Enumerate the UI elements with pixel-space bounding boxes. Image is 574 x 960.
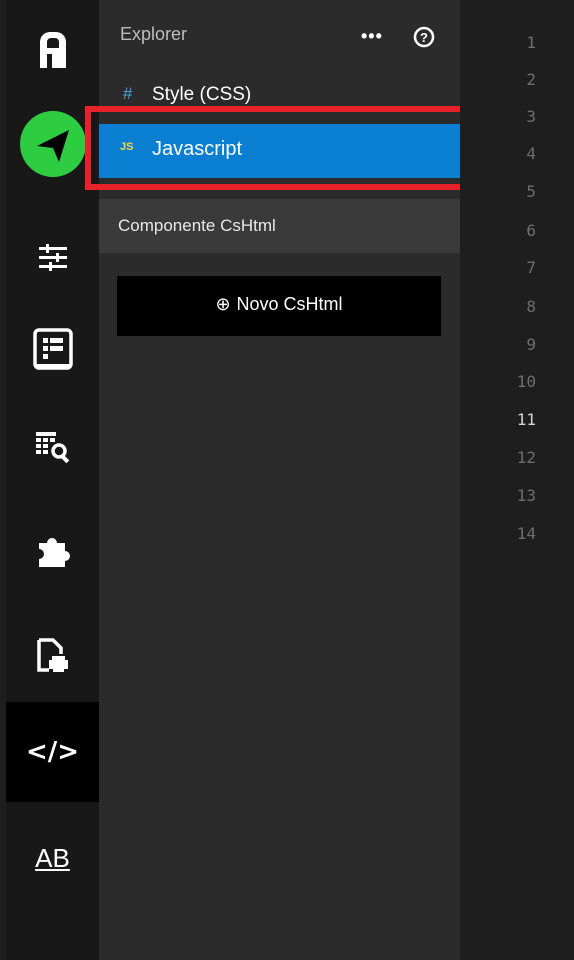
- explorer-title: Explorer: [120, 24, 188, 44]
- line-number: 6: [526, 221, 536, 240]
- line-number: 14: [516, 524, 536, 543]
- code-icon-glyph: </>: [25, 737, 80, 767]
- text-style-icon[interactable]: AB: [6, 830, 99, 886]
- hash-icon: #: [123, 84, 133, 103]
- puzzle-icon[interactable]: [6, 522, 99, 580]
- print-file-icon[interactable]: [6, 626, 99, 684]
- line-number: 3: [526, 107, 536, 126]
- sliders-icon[interactable]: [6, 232, 99, 284]
- line-number: 10: [516, 372, 536, 391]
- file-label: Style (CSS): [152, 84, 252, 105]
- text-style-icon-glyph: AB: [35, 842, 70, 873]
- help-icon[interactable]: ?: [413, 26, 435, 53]
- more-options-icon[interactable]: •••: [361, 26, 383, 47]
- line-number: 9: [526, 335, 536, 354]
- line-number: 13: [516, 486, 536, 505]
- help-icon-glyph: ?: [420, 30, 428, 45]
- line-number: 8: [526, 297, 536, 316]
- line-number: 7: [526, 258, 536, 277]
- section-header-componente[interactable]: Componente CsHtml: [99, 199, 460, 253]
- line-number: 12: [516, 448, 536, 467]
- line-number: 2: [526, 70, 536, 89]
- line-number: 1: [526, 33, 536, 52]
- editor-gutter: 1 2 3 4 5 6 7 8 9 10 11 12 13 14: [460, 0, 574, 960]
- highlight-box: [85, 106, 471, 190]
- plus-circle-icon: ⊕: [215, 294, 231, 314]
- new-cshtml-label: Novo CsHtml: [236, 294, 343, 314]
- line-number-current: 11: [516, 410, 536, 429]
- section-header-label: Componente CsHtml: [118, 216, 276, 235]
- app-logo-icon[interactable]: [6, 22, 99, 74]
- table-search-icon[interactable]: [6, 418, 99, 474]
- line-number: 4: [526, 144, 536, 163]
- layout-icon[interactable]: [6, 320, 99, 380]
- new-cshtml-button[interactable]: ⊕ Novo CsHtml: [117, 276, 441, 336]
- code-icon[interactable]: </>: [6, 702, 99, 802]
- line-number: 5: [526, 182, 536, 201]
